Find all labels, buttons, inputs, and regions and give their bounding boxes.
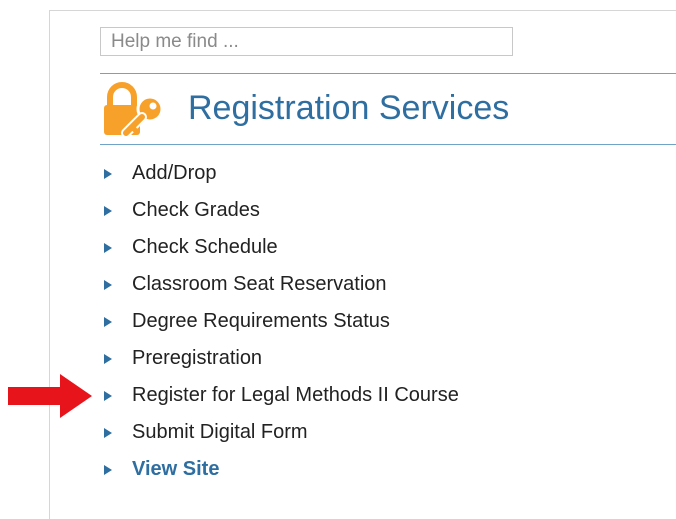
triangle-bullet-icon xyxy=(104,390,112,401)
menu-item-label: Register for Legal Methods II Course xyxy=(132,384,459,406)
search-input[interactable] xyxy=(100,27,513,56)
triangle-bullet-icon xyxy=(104,464,112,475)
menu-item-label: Classroom Seat Reservation xyxy=(132,273,387,295)
menu-item-label: Submit Digital Form xyxy=(132,421,308,443)
header-top-divider xyxy=(100,73,676,74)
menu-item-classroom-seat-reservation[interactable]: Classroom Seat Reservation xyxy=(100,266,459,303)
triangle-bullet-icon xyxy=(104,316,112,327)
menu-item-view-site[interactable]: View Site xyxy=(100,451,459,488)
triangle-bullet-icon xyxy=(104,279,112,290)
menu-item-degree-requirements-status[interactable]: Degree Requirements Status xyxy=(100,303,459,340)
menu-item-add-drop[interactable]: Add/Drop xyxy=(100,155,459,192)
menu-item-label: Add/Drop xyxy=(132,162,217,184)
view-site-link: View Site xyxy=(132,458,220,480)
triangle-bullet-icon xyxy=(104,242,112,253)
menu-item-preregistration[interactable]: Preregistration xyxy=(100,340,459,377)
menu-item-label: Preregistration xyxy=(132,347,263,369)
triangle-bullet-icon xyxy=(104,353,112,364)
menu-item-register-legal-methods-ii[interactable]: Register for Legal Methods II Course xyxy=(100,377,459,414)
registration-menu: Add/Drop Check Grades Check Schedule Cla… xyxy=(100,155,459,488)
triangle-bullet-icon xyxy=(104,427,112,438)
triangle-bullet-icon xyxy=(104,205,112,216)
menu-item-check-grades[interactable]: Check Grades xyxy=(100,192,459,229)
menu-item-label: Check Grades xyxy=(132,199,260,221)
menu-item-submit-digital-form[interactable]: Submit Digital Form xyxy=(100,414,459,451)
menu-item-check-schedule[interactable]: Check Schedule xyxy=(100,229,459,266)
page-title: Registration Services xyxy=(188,89,510,127)
menu-item-label: Degree Requirements Status xyxy=(132,310,390,332)
triangle-bullet-icon xyxy=(104,168,112,179)
lock-and-key-icon xyxy=(104,82,164,138)
menu-item-label: Check Schedule xyxy=(132,236,278,258)
header-bottom-divider xyxy=(100,144,676,145)
red-arrow-icon xyxy=(8,374,92,418)
